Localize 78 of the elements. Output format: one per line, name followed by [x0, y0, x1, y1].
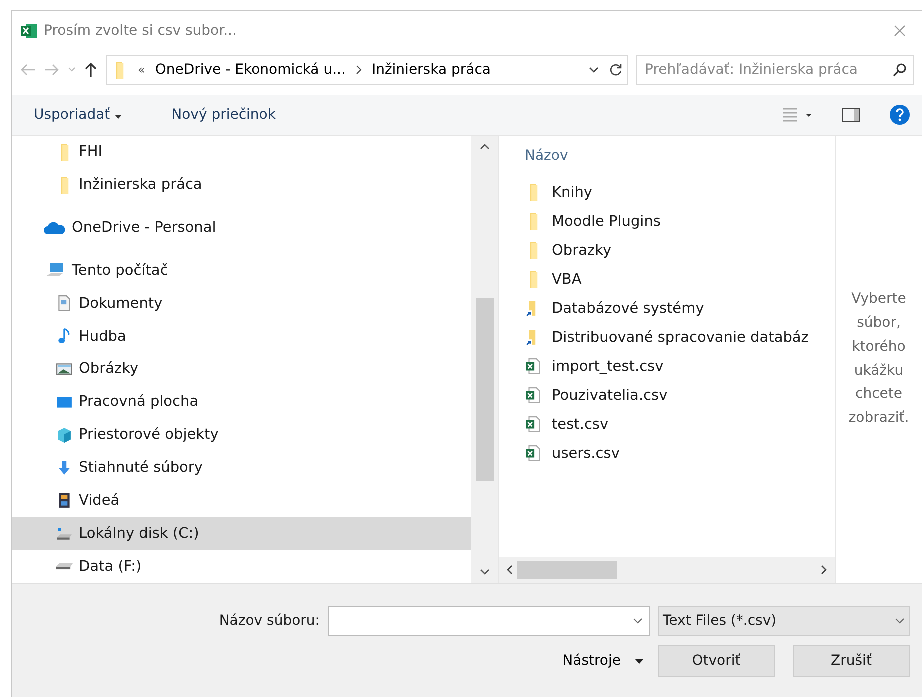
filename-label: Názov súboru: — [219, 613, 320, 629]
up-arrow-icon[interactable] — [84, 62, 98, 78]
file-item[interactable]: import_test.csv — [525, 352, 835, 381]
nav-item[interactable]: Pracovná plocha — [12, 386, 471, 419]
folder-icon — [530, 184, 538, 201]
nav-item[interactable]: OneDrive - Personal — [12, 212, 471, 245]
nav-item[interactable]: Inžinierska práca — [12, 168, 471, 202]
disk-drive-icon — [56, 525, 73, 542]
scroll-left-icon[interactable] — [507, 565, 513, 575]
chevron-down-icon — [895, 618, 905, 624]
folder-icon — [61, 176, 69, 194]
chevron-down-icon — [633, 618, 643, 624]
chevron-down-icon[interactable] — [589, 67, 599, 73]
spreadsheet-file-icon — [525, 416, 542, 433]
computer-icon — [44, 262, 66, 280]
cloud-icon — [44, 220, 66, 237]
nav-item[interactable]: Hudba — [12, 320, 471, 354]
close-icon — [894, 24, 906, 36]
folder-icon — [116, 62, 124, 78]
spreadsheet-file-icon — [525, 358, 542, 375]
preview-pane-icon[interactable] — [842, 108, 860, 122]
film-icon — [56, 492, 73, 510]
nav-item[interactable]: Stiahnuté súbory — [12, 452, 471, 484]
picture-icon — [56, 360, 73, 378]
file-item[interactable]: users.csv — [525, 439, 835, 468]
folder-icon — [530, 213, 538, 230]
window-title: Prosím zvolte si csv subor... — [44, 23, 238, 39]
folder-icon — [530, 271, 538, 288]
file-item[interactable]: Knihy — [525, 178, 835, 207]
chevron-right-icon — [356, 65, 362, 75]
folder-icon — [61, 144, 69, 161]
refresh-icon[interactable] — [609, 63, 623, 77]
nav-item[interactable]: Data (F:) — [12, 550, 471, 583]
column-header[interactable]: Názov — [525, 148, 835, 164]
breadcrumb[interactable]: Inžinierska práca — [372, 62, 491, 78]
document-icon — [56, 295, 73, 312]
overflow-marker: « — [138, 63, 146, 77]
cube-icon — [56, 426, 73, 444]
nav-item[interactable]: Priestorové objekty — [12, 418, 471, 452]
cancel-button[interactable]: Zrušiť — [793, 645, 910, 677]
nav-item[interactable]: Obrázky — [12, 353, 471, 386]
nav-item[interactable]: Dokumenty — [12, 287, 471, 320]
tools-button[interactable]: Nástroje — [556, 653, 650, 669]
view-options-icon[interactable] — [782, 107, 812, 123]
breadcrumb[interactable]: OneDrive - Ekonomická u... — [155, 62, 346, 78]
file-item[interactable]: VBA — [525, 265, 835, 294]
nav-item[interactable]: Videá — [12, 484, 471, 518]
search-field[interactable]: Prehľadávať: Inžinierska práca — [636, 55, 914, 85]
help-icon[interactable] — [890, 105, 910, 125]
file-item[interactable]: test.csv — [525, 410, 835, 439]
folder-icon — [530, 242, 538, 259]
scroll-right-icon[interactable] — [821, 565, 827, 575]
new-folder-button[interactable]: Nový priečinok — [162, 103, 286, 127]
caret-icon — [635, 658, 644, 664]
file-item[interactable]: Obrazky — [525, 236, 835, 265]
spreadsheet-file-icon — [525, 445, 542, 462]
scroll-down-icon[interactable] — [480, 569, 490, 575]
caret-icon — [114, 115, 122, 119]
nav-item[interactable]: Lokálny disk (C:) — [12, 517, 471, 550]
search-icon — [893, 63, 907, 77]
nav-item[interactable]: Tento počítač — [12, 254, 471, 288]
file-item[interactable]: Pouzivatelia.csv — [525, 381, 835, 410]
spreadsheet-app-icon — [20, 23, 38, 39]
spreadsheet-file-icon — [525, 387, 542, 404]
filename-field[interactable] — [328, 606, 650, 636]
file-item[interactable]: Databázové systémy — [525, 294, 835, 323]
file-item[interactable]: Distribuované spracovanie databáz — [525, 323, 835, 352]
address-bar[interactable]: « OneDrive - Ekonomická u... Inžinierska práca — [106, 55, 628, 85]
organize-button[interactable]: Usporiadať — [24, 103, 132, 127]
scrollbar-thumb[interactable] — [476, 298, 494, 481]
nav-item[interactable]: FHI — [12, 136, 471, 169]
scroll-up-icon[interactable] — [480, 144, 490, 150]
file-item[interactable]: Moodle Plugins — [525, 207, 835, 236]
open-button[interactable]: Otvoriť — [658, 645, 775, 677]
disk-drive-icon — [56, 563, 73, 570]
file-type-dropdown[interactable]: Text Files (*.csv) — [658, 606, 910, 636]
preview-message: Vyberte súbor, ktorého ukážku chcete zobraziť. — [848, 290, 910, 428]
scrollbar-thumb[interactable] — [517, 561, 617, 579]
